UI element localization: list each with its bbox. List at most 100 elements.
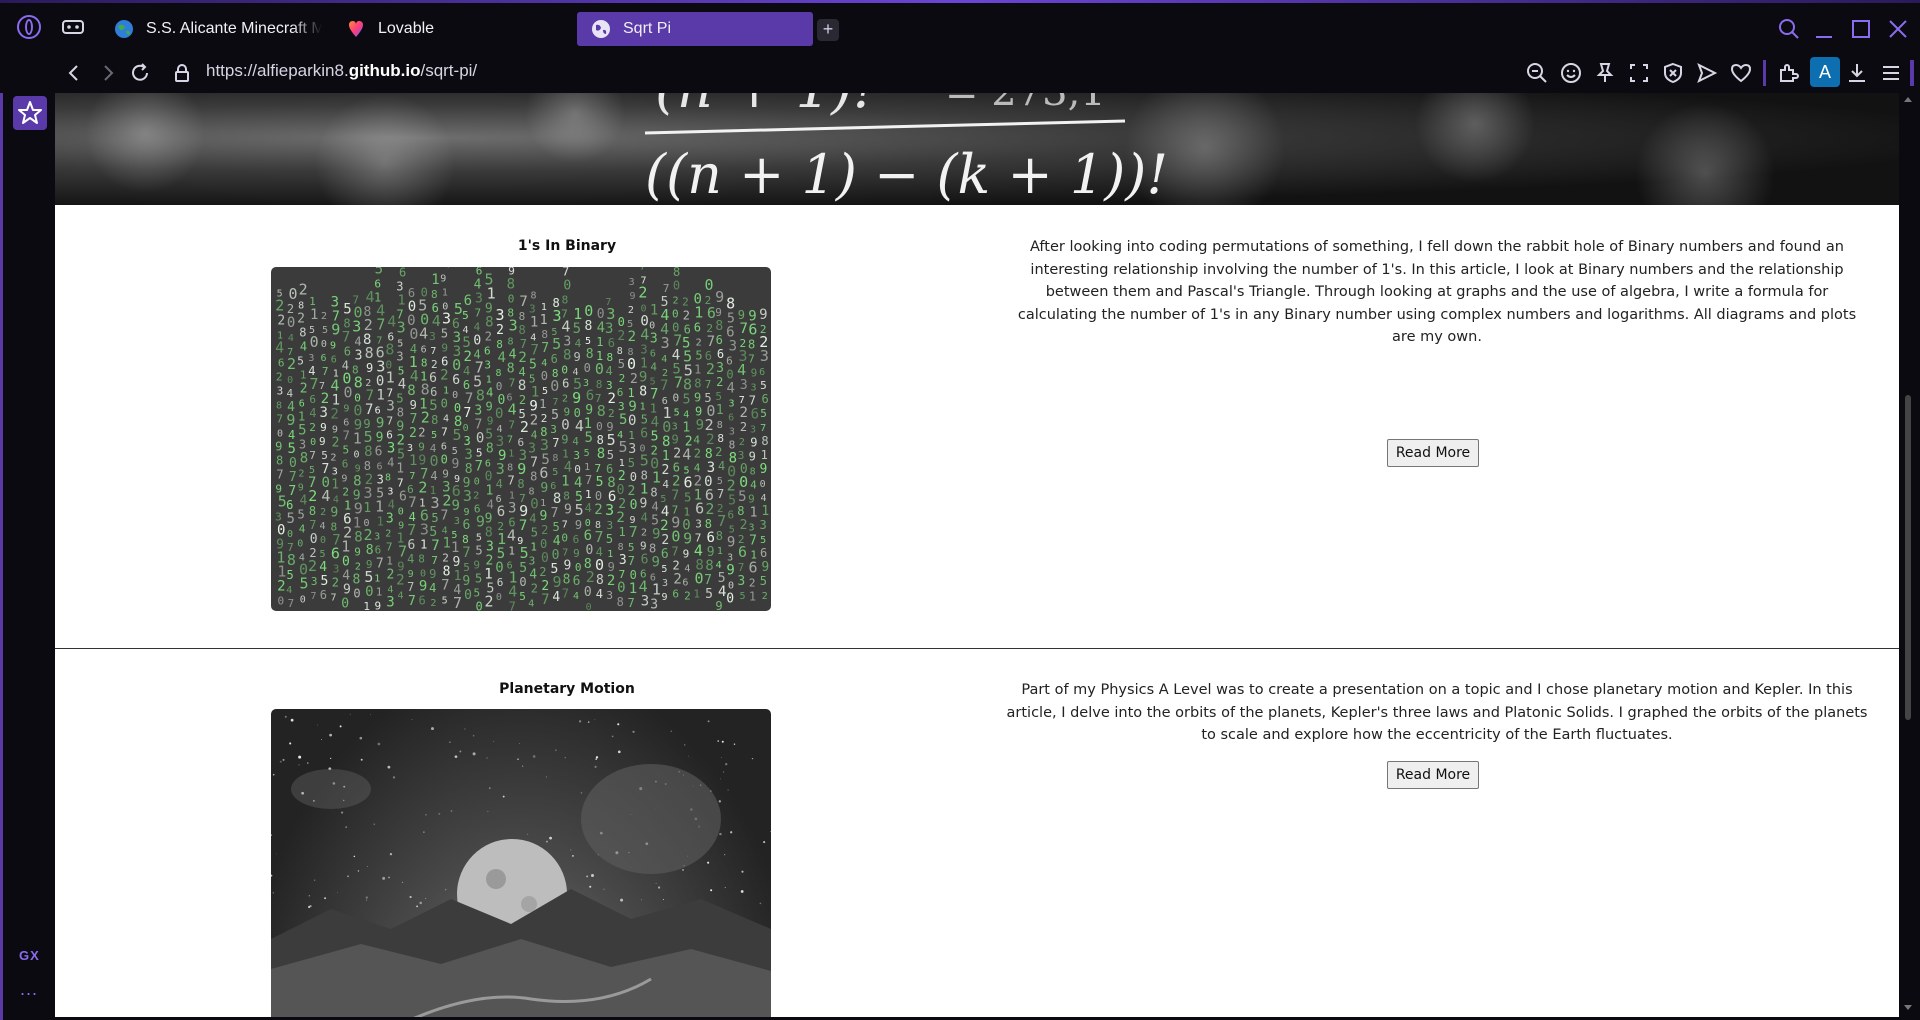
svg-text:3: 3 [496,460,505,478]
svg-text:6: 6 [399,267,406,280]
svg-text:2: 2 [627,484,635,499]
zoom-out-icon[interactable] [1525,61,1549,85]
snapshot-icon[interactable] [1627,61,1651,85]
send-icon[interactable] [1695,61,1719,85]
scroll-down-arrow[interactable] [1904,1005,1912,1010]
read-more-button[interactable]: Read More [1387,761,1479,789]
gx-label[interactable]: GX [19,948,40,963]
svg-text:8: 8 [673,267,680,279]
svg-text:0: 0 [321,339,327,350]
svg-text:5: 5 [770,317,771,333]
svg-text:3: 3 [463,487,472,505]
svg-text:8: 8 [530,470,537,484]
svg-text:9: 9 [564,559,572,574]
svg-text:0: 0 [575,561,582,574]
svg-text:0: 0 [561,532,568,545]
minimize-icon[interactable] [1812,17,1836,41]
svg-text:0: 0 [441,452,448,466]
svg-text:6: 6 [320,588,327,602]
svg-text:2: 2 [276,370,283,383]
svg-text:7: 7 [508,473,515,487]
svg-text:5: 5 [641,412,648,426]
svg-text:2: 2 [298,468,304,479]
svg-text:9: 9 [726,562,734,578]
maximize-icon[interactable] [1849,17,1873,41]
svg-text:8: 8 [726,294,735,312]
read-more-button[interactable]: Read More [1387,439,1479,467]
tab-minecraft[interactable]: S.S. Alicante Minecraft Ma [100,12,322,46]
svg-text:9: 9 [343,582,351,597]
svg-text:9: 9 [694,391,701,405]
bookmarks-star-button[interactable] [13,96,47,130]
tab-lovable[interactable]: Lovable [332,12,542,46]
svg-text:0: 0 [452,390,458,401]
svg-text:7: 7 [671,545,678,559]
opera-menu-icon[interactable] [17,15,41,39]
svg-text:9: 9 [759,462,767,477]
svg-text:7: 7 [509,599,516,611]
svg-text:4: 4 [299,522,306,535]
svg-text:6: 6 [707,530,715,546]
svg-text:8: 8 [287,551,296,569]
search-icon[interactable] [1777,17,1801,41]
svg-text:9: 9 [749,449,756,463]
page-scrollbar[interactable] [1899,93,1920,1020]
svg-text:9: 9 [672,433,679,447]
gamepad-icon[interactable] [62,17,84,37]
svg-text:7: 7 [343,428,350,442]
back-icon[interactable] [62,61,86,85]
svg-text:4: 4 [640,325,649,343]
svg-text:6: 6 [751,406,759,422]
close-icon[interactable] [1886,17,1910,41]
profile-avatar[interactable]: A [1810,57,1840,87]
svg-text:8: 8 [354,374,363,392]
svg-text:0: 0 [586,543,594,558]
svg-text:8: 8 [584,319,592,334]
svg-text:6: 6 [673,461,680,475]
svg-text:8: 8 [649,541,656,555]
svg-text:0: 0 [595,556,604,574]
svg-text:7: 7 [322,365,329,378]
reload-icon[interactable] [128,61,152,85]
svg-text:8: 8 [639,384,647,399]
svg-text:2: 2 [696,338,702,349]
svg-text:6: 6 [299,398,305,409]
svg-text:8: 8 [365,344,374,362]
svg-text:1: 1 [454,569,462,584]
svg-text:1: 1 [310,307,318,323]
forward-icon[interactable] [96,61,120,85]
svg-text:7: 7 [553,397,559,408]
download-icon[interactable] [1845,61,1869,85]
svg-text:2: 2 [705,500,714,518]
ad-block-icon[interactable] [1661,61,1685,85]
tab-sqrt-pi[interactable]: Sqrt Pi [577,12,813,46]
sidebar-more-icon[interactable]: ... [20,979,38,1000]
svg-text:7: 7 [441,425,448,438]
svg-text:4: 4 [319,560,327,575]
svg-text:8: 8 [705,517,712,531]
svg-text:8: 8 [309,504,316,518]
url-field[interactable]: https://alfieparkin8.github.io/sqrt-pi/ [206,61,477,81]
new-tab-button[interactable]: + [817,19,839,41]
svg-text:0: 0 [550,377,559,395]
lock-icon[interactable] [170,61,194,85]
emoji-icon[interactable] [1559,61,1583,85]
svg-text:9: 9 [539,509,547,524]
svg-text:8: 8 [563,573,571,588]
heart-icon[interactable] [1729,61,1753,85]
svg-text:6: 6 [320,353,326,364]
svg-text:7: 7 [562,267,569,279]
scrollbar-thumb[interactable] [1905,395,1911,720]
svg-text:4: 4 [650,360,657,373]
svg-text:3: 3 [377,473,384,487]
svg-text:4: 4 [561,318,570,336]
pin-icon[interactable] [1593,61,1617,85]
scroll-up-arrow[interactable] [1904,97,1912,102]
svg-text:2: 2 [287,355,296,373]
svg-text:2: 2 [396,573,404,589]
svg-text:6: 6 [716,333,723,347]
svg-text:6: 6 [476,267,483,277]
svg-text:8: 8 [531,291,537,302]
easy-setup-icon[interactable] [1879,61,1903,85]
extensions-icon[interactable] [1776,61,1800,85]
